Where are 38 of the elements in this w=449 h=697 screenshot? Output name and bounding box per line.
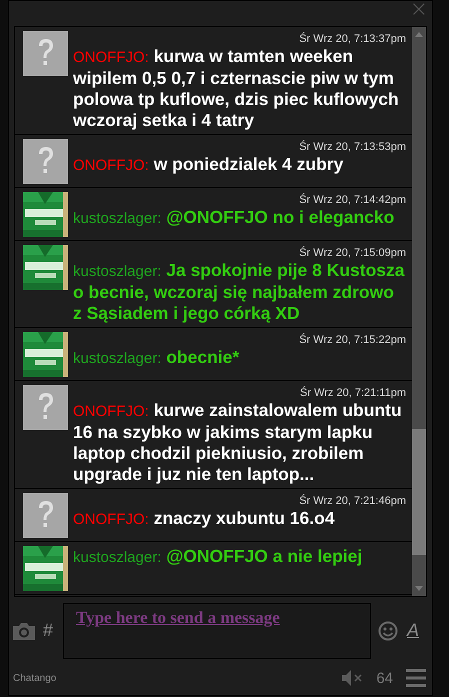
message-input[interactable]: Type here to send a message	[63, 602, 371, 659]
username[interactable]: kustoszlager:	[73, 262, 162, 280]
avatar-placeholder-icon	[23, 30, 68, 76]
avatar-placeholder-icon	[23, 384, 68, 430]
message-text: ONOFFJO: kurwe zainstalowalem ubuntu 16 na szybko w jakims starym lapku laptop chodzil piekniusio, zrobilem upgrade i juz nie ten laptop...	[73, 400, 403, 485]
username[interactable]: kustoszlager:	[73, 548, 162, 566]
message-text: kustoszlager: @ONOFFJO no i elegancko	[73, 206, 396, 229]
message-text: ONOFFJO: znaczy xubuntu 16.o4	[73, 508, 336, 530]
username[interactable]: kustoszlager:	[73, 210, 162, 227]
camera-icon[interactable]	[13, 622, 35, 640]
text-format-button[interactable]: A	[407, 620, 420, 642]
smiley-icon[interactable]	[378, 620, 398, 641]
username[interactable]: kustoszlager:	[73, 350, 162, 367]
message-text: kustoszlager: Ja spokojnie pije 8 Kustosza o becnie, wczoraj się najbałem zdrowo z Sąsiadem i jego córką XD	[73, 260, 406, 324]
timestamp: Śr Wrz 20, 7:15:09pm	[299, 246, 406, 260]
timestamp: Śr Wrz 20, 7:21:46pm	[299, 494, 406, 508]
brand-label[interactable]: Chatango	[13, 672, 342, 684]
scrollbar[interactable]	[412, 26, 426, 596]
mute-icon[interactable]	[342, 670, 364, 686]
username[interactable]: ONOFFJO:	[73, 48, 149, 66]
timestamp: Śr Wrz 20, 7:21:11pm	[300, 386, 406, 400]
message-text: ONOFFJO: w poniedzialek 4 zubry	[73, 154, 344, 176]
timestamp: Śr Wrz 20, 7:14:42pm	[299, 194, 406, 207]
username[interactable]: ONOFFJO:	[73, 510, 149, 528]
message-text: kustoszlager: obecnie*	[73, 346, 240, 369]
user-count: 64	[376, 670, 393, 687]
avatar-placeholder-icon	[23, 138, 68, 184]
username[interactable]: ONOFFJO:	[73, 156, 149, 174]
username[interactable]: ONOFFJO:	[73, 402, 149, 420]
timestamp: Śr Wrz 20, 7:13:53pm	[299, 140, 406, 154]
message-text: ONOFFJO: kurwa w tamten weeken wipilem 0,5 0,7 i czternascie piw w tym polowa tp kuflowe, dzis piec kuflowych wczoraj setka i 4 tatry	[73, 46, 400, 131]
scrollbar-thumb[interactable]	[412, 428, 426, 555]
timestamp: Śr Wrz 20, 7:15:22pm	[299, 334, 406, 347]
hashtag-button[interactable]: #	[43, 620, 63, 642]
avatar-placeholder-icon	[23, 492, 68, 538]
message-text: kustoszlager: @ONOFFJO a nie lepiej	[73, 546, 364, 568]
timestamp: Śr Wrz 20, 7:13:37pm	[299, 32, 406, 46]
menu-icon[interactable]	[406, 669, 426, 688]
